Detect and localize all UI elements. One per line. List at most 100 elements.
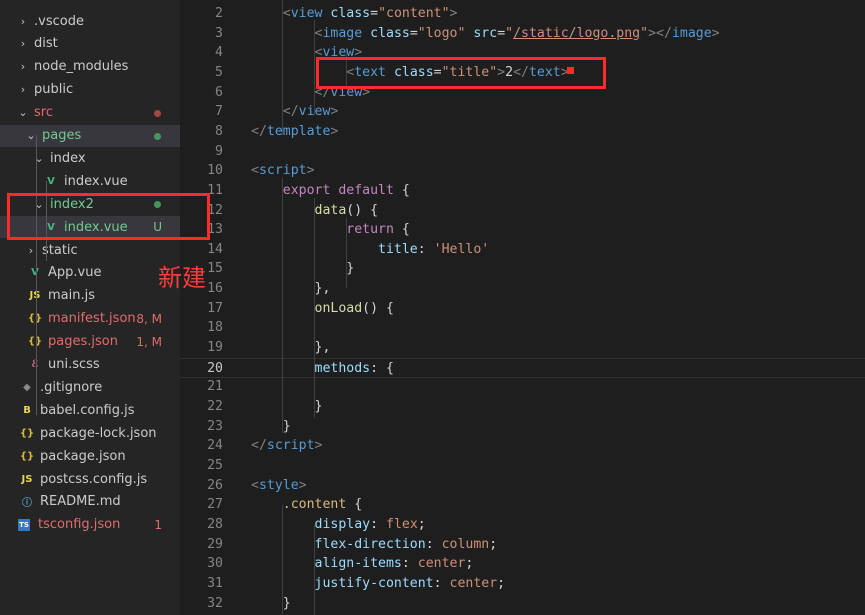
tree-item[interactable]: › static: [0, 239, 180, 261]
code-token: data: [314, 202, 347, 218]
code-token: }: [282, 418, 291, 434]
git-icon: ◆: [23, 381, 31, 393]
code-text[interactable]: title: 'Hello': [251, 240, 489, 260]
code-token: src: [465, 25, 498, 41]
code-token: style: [258, 477, 299, 493]
git-status-badge: 8, M: [136, 311, 162, 326]
tree-item[interactable]: Bbabel.config.js: [0, 399, 180, 421]
code-token: </: [656, 25, 672, 41]
line-number: 29: [207, 536, 223, 552]
code-line[interactable]: 26 <style>: [180, 476, 865, 496]
code-token: :: [425, 536, 442, 552]
chevron-right-icon: ›: [20, 60, 26, 74]
line-number: 6: [215, 84, 223, 100]
code-text[interactable]: },: [251, 338, 331, 358]
code-token: class: [362, 25, 410, 41]
json-icon: {}: [27, 313, 43, 325]
tree-item[interactable]: TS tsconfig.json 1: [0, 514, 180, 536]
tree-item[interactable]: › public: [0, 79, 180, 101]
line-number: 18: [207, 320, 223, 336]
tree-item[interactable]: JS main.js: [0, 285, 180, 307]
code-text[interactable]: }: [251, 397, 323, 417]
code-token: ;: [417, 516, 426, 532]
indent-guide: [282, 178, 283, 433]
tree-item[interactable]: › dist: [0, 33, 180, 55]
code-token: ;: [497, 575, 506, 591]
code-token: title: [378, 241, 418, 257]
code-text[interactable]: align-items: center;: [251, 554, 474, 574]
cursor-marker-icon: [567, 67, 574, 74]
code-token: :: [401, 556, 418, 572]
vue-icon: V: [47, 175, 55, 187]
line-number: 19: [207, 340, 223, 356]
code-text[interactable]: },: [251, 279, 331, 299]
tree-item[interactable]: ℰuni.scss: [0, 354, 180, 376]
tree-item-label: package-lock.json: [40, 425, 157, 441]
code-text[interactable]: <image class="logo" src="/static/logo.pn…: [251, 24, 720, 44]
code-token: center: [449, 575, 498, 591]
json-icon: {}: [27, 336, 43, 348]
tree-item[interactable]: › node_modules: [0, 56, 180, 78]
tree-item[interactable]: ⓘ README.md: [0, 491, 180, 513]
code-text[interactable]: </view>: [251, 102, 339, 122]
tree-item[interactable]: ⌄ index: [0, 147, 180, 169]
code-token: :: [370, 516, 386, 532]
code-line[interactable]: 9: [180, 142, 865, 162]
tree-item[interactable]: {} package.json: [0, 445, 180, 467]
highlight-box-new-folder: [7, 193, 210, 240]
code-line[interactable]: 24 </script>: [180, 436, 865, 456]
line-number: 24: [207, 438, 223, 454]
code-text[interactable]: justify-content: center;: [251, 574, 506, 594]
code-token: =: [497, 25, 506, 41]
tree-item-label: uni.scss: [48, 357, 100, 372]
code-token: },: [314, 281, 331, 297]
code-text[interactable]: flex-direction: column;: [251, 535, 498, 555]
code-token: :: [433, 575, 450, 591]
code-text[interactable]: return {: [251, 220, 410, 240]
line-number: 5: [215, 64, 223, 80]
tree-item[interactable]: › .vscode: [0, 10, 180, 32]
code-text[interactable]: }: [251, 594, 291, 614]
code-token: align-items: [314, 556, 402, 572]
line-number: 27: [207, 497, 223, 513]
tree-item[interactable]: ⌄ pages: [0, 124, 180, 147]
code-text[interactable]: display: flex;: [251, 515, 426, 535]
code-token: flex-direction: [314, 536, 426, 552]
chevron-down-icon: ⌄: [34, 151, 44, 165]
code-token: <: [282, 6, 291, 21]
code-text[interactable]: }: [251, 417, 291, 437]
annotation-label: 新建: [158, 264, 206, 292]
tree-item[interactable]: {} manifest.json 8, M: [0, 308, 180, 330]
chevron-right-icon: ›: [20, 37, 26, 51]
tree-item[interactable]: V App.vue: [0, 262, 180, 284]
code-text[interactable]: </template>: [251, 122, 338, 142]
code-text[interactable]: .content {: [251, 495, 362, 515]
tree-item-label: dist: [34, 36, 58, 52]
tree-item-label: static: [42, 242, 78, 258]
code-text[interactable]: <style>: [251, 476, 307, 496]
code-text[interactable]: }: [251, 259, 354, 279]
tree-item[interactable]: JS postcss.config.js: [0, 468, 180, 490]
chevron-down-icon: ⌄: [18, 106, 28, 120]
code-token: center: [417, 556, 466, 572]
babel-icon: B: [23, 404, 31, 416]
code-text[interactable]: onLoad() {: [251, 299, 394, 319]
code-text[interactable]: methods: {: [251, 359, 394, 379]
code-text[interactable]: </script>: [251, 436, 322, 456]
tree-item[interactable]: Vindex.vue: [0, 170, 180, 192]
code-token: >: [330, 123, 339, 139]
code-token: view: [290, 6, 323, 21]
code-editor[interactable]: 2 <view class="content"> 3 <image class="…: [180, 0, 865, 615]
code-token: >: [330, 104, 339, 120]
tree-item[interactable]: {} package-lock.json: [0, 422, 180, 444]
tree-item[interactable]: ⌄ src: [0, 102, 180, 124]
tree-item[interactable]: {} pages.json 1, M: [0, 331, 180, 353]
indent-guide: [282, 0, 283, 135]
tree-item-label: src: [34, 105, 53, 121]
line-number: 7: [215, 104, 223, 120]
indent-guide: [314, 525, 315, 615]
tree-item[interactable]: ◆ .gitignore: [0, 376, 180, 398]
git-status-badge: 1, M: [136, 334, 162, 349]
code-line[interactable]: 25: [180, 456, 865, 476]
code-text[interactable]: export default {: [251, 181, 410, 201]
